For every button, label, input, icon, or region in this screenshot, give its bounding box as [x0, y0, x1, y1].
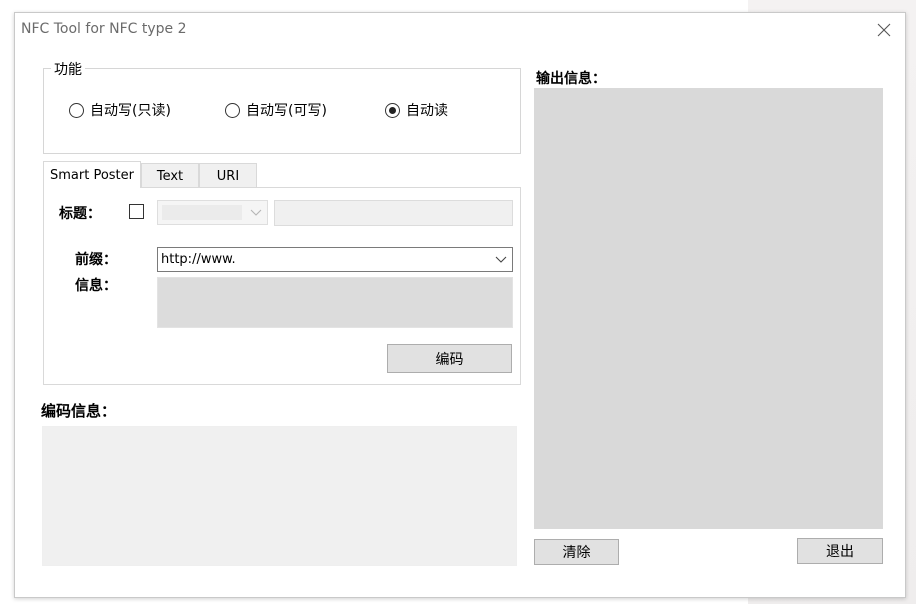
clear-button[interactable]: 清除 [534, 539, 619, 565]
clear-button-label: 清除 [562, 545, 591, 561]
radio-auto-read[interactable]: 自动读 [385, 100, 448, 120]
output-info-label: 输出信息： [536, 71, 606, 87]
app-window: NFC Tool for NFC type 2 功能 自动写(只读) 自动写(可… [14, 12, 906, 598]
radio-circle-icon [69, 102, 84, 118]
tab-uri[interactable]: URI [199, 163, 257, 188]
tab-label: Smart Poster [50, 167, 134, 183]
title-language-combo [157, 200, 268, 225]
tab-label: URI [216, 168, 240, 184]
combo-value-area [162, 205, 242, 220]
radio-auto-write-writable[interactable]: 自动写(可写) [225, 100, 327, 120]
info-textarea[interactable] [157, 277, 513, 328]
output-info-textarea[interactable] [534, 88, 883, 529]
close-icon [877, 23, 891, 37]
tab-label: Text [156, 168, 184, 184]
exit-button-label: 退出 [826, 544, 854, 560]
encode-info-textarea[interactable] [42, 426, 517, 566]
tab-text[interactable]: Text [141, 163, 199, 188]
close-button[interactable] [871, 17, 897, 43]
radio-label: 自动写(可写) [246, 103, 327, 119]
title-bar: NFC Tool for NFC type 2 [15, 13, 905, 47]
title-label: 标题： [59, 206, 101, 222]
title-checkbox[interactable] [129, 204, 144, 219]
radio-circle-icon [225, 102, 240, 118]
function-group-label: 功能 [51, 59, 85, 79]
title-text-field [274, 200, 513, 226]
chevron-down-icon [495, 256, 507, 263]
tab-smart-poster[interactable]: Smart Poster [43, 161, 141, 188]
prefix-value: http://www. [161, 252, 236, 267]
exit-button[interactable]: 退出 [797, 538, 883, 564]
radio-label: 自动读 [406, 103, 448, 119]
prefix-combo[interactable]: http://www. [157, 247, 513, 272]
encode-button[interactable]: 编码 [387, 344, 512, 373]
prefix-label: 前缀： [75, 252, 117, 268]
encode-info-label: 编码信息： [41, 402, 117, 420]
window-title: NFC Tool for NFC type 2 [21, 21, 187, 37]
radio-checked-icon [385, 102, 400, 118]
encode-button-label: 编码 [435, 351, 464, 368]
info-label: 信息： [75, 278, 117, 294]
radio-auto-write-readonly[interactable]: 自动写(只读) [69, 100, 171, 120]
radio-label: 自动写(只读) [90, 103, 171, 119]
chevron-down-icon [250, 209, 262, 216]
